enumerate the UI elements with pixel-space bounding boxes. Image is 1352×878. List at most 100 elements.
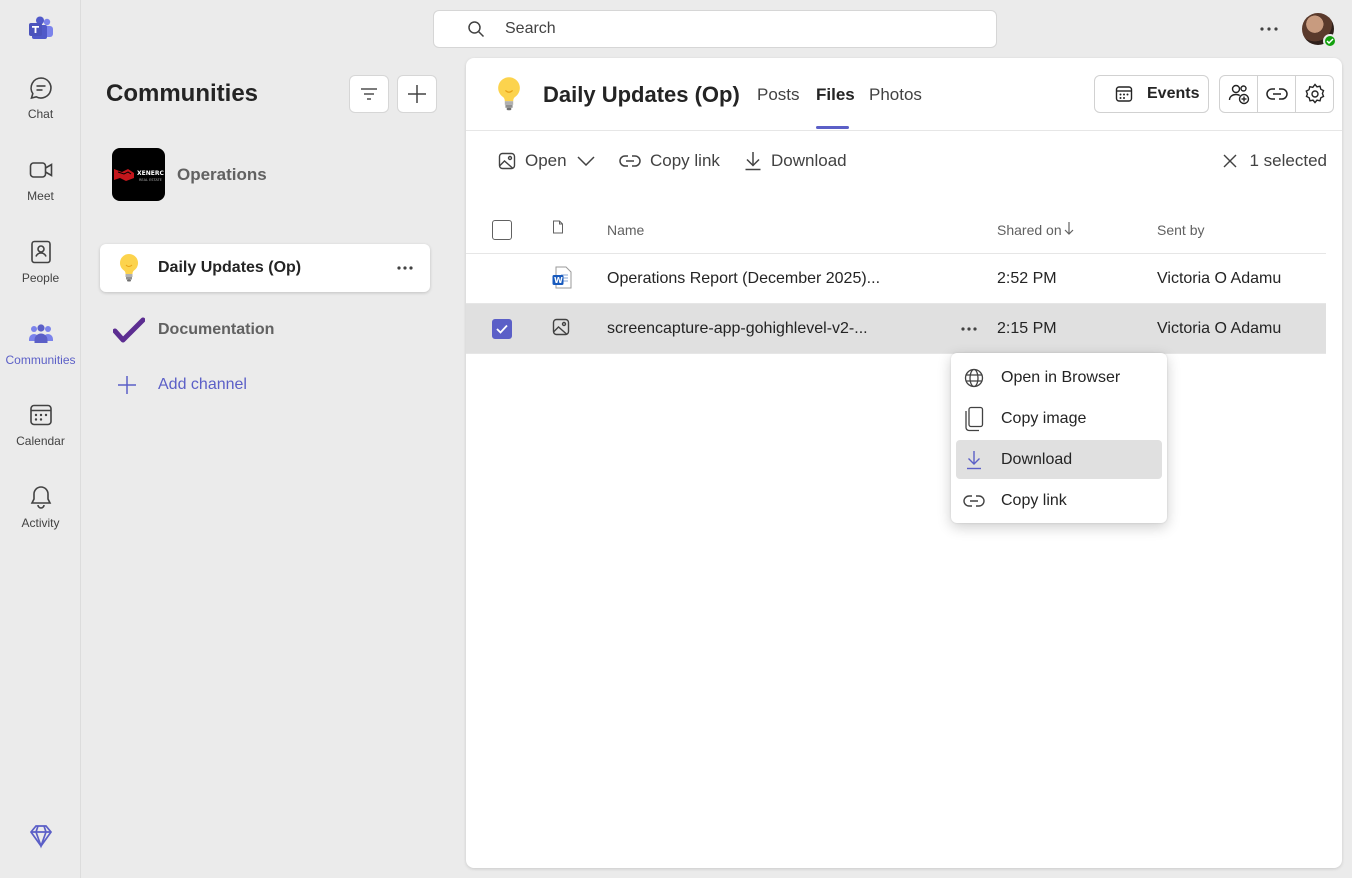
download-icon: [744, 151, 771, 171]
files-table-header: Name Shared on Sent by: [466, 206, 1326, 254]
selected-count: 1 selected: [1249, 151, 1328, 170]
teams-logo-icon[interactable]: [27, 15, 55, 43]
selection-info: 1 selected: [1223, 151, 1328, 171]
person-add-icon: [1228, 83, 1250, 105]
copy-link-button[interactable]: Copy link: [619, 151, 720, 171]
rail-label: Calendar: [16, 434, 65, 448]
premium-diamond-icon[interactable]: [27, 822, 55, 850]
chat-icon: [27, 74, 55, 102]
select-all-checkbox[interactable]: [492, 220, 512, 240]
rail-label: People: [21, 271, 60, 285]
chevron-down-icon: [577, 156, 604, 166]
active-tab-indicator: [816, 126, 849, 129]
channel-item-documentation[interactable]: Documentation: [100, 310, 430, 350]
file-type-icon: [552, 220, 564, 234]
search-bar[interactable]: Search: [433, 10, 997, 48]
rail-label: Chat: [27, 107, 54, 121]
menu-item-label: Download: [1001, 450, 1073, 468]
more-options-icon[interactable]: [394, 257, 416, 279]
more-options-icon[interactable]: [1256, 18, 1282, 40]
rail-item-meet[interactable]: Meet: [0, 154, 81, 224]
more-options-icon[interactable]: [957, 318, 981, 340]
rail-item-calendar[interactable]: Calendar: [0, 399, 81, 469]
tab-files[interactable]: Files: [816, 85, 855, 105]
rail-label: Activity: [21, 516, 60, 530]
close-icon[interactable]: [1223, 154, 1250, 168]
add-channel-button[interactable]: Add channel: [116, 374, 247, 396]
rail-label: Communities: [5, 353, 76, 367]
rail-label: Meet: [27, 189, 54, 203]
download-button[interactable]: Download: [744, 151, 847, 171]
file-name[interactable]: screencapture-app-gohighlevel-v2-...: [607, 320, 868, 338]
search-input[interactable]: Search: [505, 20, 556, 38]
plus-icon: [116, 374, 138, 396]
rail-item-chat[interactable]: Chat: [0, 72, 81, 142]
tab-posts[interactable]: Posts: [757, 85, 800, 105]
files-toolbar: Open Copy link Download 1 selected: [466, 131, 1342, 193]
svg-text:W: W: [554, 276, 563, 285]
bell-icon: [27, 483, 55, 511]
channel-item-daily-updates[interactable]: Daily Updates (Op): [100, 244, 430, 292]
file-shared-on: 2:15 PM: [997, 320, 1057, 337]
channel-label: Daily Updates (Op): [158, 259, 302, 276]
row-checkbox[interactable]: [492, 319, 512, 339]
column-shared-on[interactable]: Shared on: [997, 222, 1062, 238]
globe-icon: [963, 368, 985, 388]
open-label: Open: [525, 151, 567, 170]
channel-settings-button[interactable]: [1296, 76, 1333, 112]
download-icon: [963, 450, 985, 470]
menu-item-copy-link[interactable]: Copy link: [956, 481, 1162, 520]
file-name[interactable]: Operations Report (December 2025)...: [607, 270, 880, 288]
word-doc-icon: W: [552, 266, 572, 290]
link-icon: [619, 154, 650, 168]
column-name[interactable]: Name: [607, 222, 644, 238]
file-shared-on: 2:52 PM: [997, 270, 1057, 287]
checkmark-icon: [113, 317, 145, 343]
svg-text:XENERC: XENERC: [137, 170, 164, 177]
community-item[interactable]: XENERC REAL ESTATE Operations: [112, 148, 267, 201]
presence-available-icon: [1323, 34, 1337, 48]
lightbulb-icon: [494, 76, 524, 112]
menu-item-label: Open in Browser: [1001, 368, 1121, 386]
column-sent-by[interactable]: Sent by: [1157, 222, 1204, 238]
add-community-button[interactable]: [397, 75, 437, 113]
app-rail: Chat Meet People Communities Calendar Ac…: [0, 0, 81, 878]
channel-title: Daily Updates (Op): [543, 82, 740, 107]
menu-item-label: Copy link: [1001, 491, 1067, 509]
add-member-button[interactable]: [1220, 76, 1258, 112]
filter-button[interactable]: [349, 75, 389, 113]
download-label: Download: [771, 151, 847, 170]
community-name: Operations: [177, 164, 267, 184]
community-logo: XENERC REAL ESTATE: [112, 148, 165, 201]
rail-item-activity[interactable]: Activity: [0, 481, 81, 551]
channel-content-panel: Daily Updates (Op) Posts Files Photos Ev…: [466, 58, 1342, 868]
filter-icon: [360, 87, 378, 101]
table-row[interactable]: screencapture-app-gohighlevel-v2-... 2:1…: [466, 304, 1326, 354]
menu-item-download[interactable]: Download: [956, 440, 1162, 479]
channel-header: Daily Updates (Op) Posts Files Photos Ev…: [466, 58, 1342, 131]
search-icon: [467, 20, 485, 38]
file-sent-by: Victoria O Adamu: [1157, 270, 1282, 287]
people-book-icon: [27, 238, 55, 266]
video-icon: [27, 156, 55, 184]
plus-icon: [407, 84, 427, 104]
image-icon: [498, 152, 525, 170]
menu-item-open-in-browser[interactable]: Open in Browser: [956, 358, 1162, 397]
copy-icon: [963, 406, 985, 432]
menu-item-copy-image[interactable]: Copy image: [956, 399, 1162, 438]
open-button[interactable]: Open: [498, 151, 604, 171]
avatar[interactable]: [1302, 13, 1337, 48]
calendar-icon: [27, 401, 55, 429]
link-icon: [1265, 87, 1288, 101]
image-file-icon: [552, 318, 570, 336]
table-row[interactable]: W Operations Report (December 2025)... 2…: [466, 254, 1326, 304]
copy-channel-link-button[interactable]: [1258, 76, 1296, 112]
gear-icon: [1304, 83, 1326, 105]
link-icon: [963, 494, 985, 508]
copy-link-label: Copy link: [650, 151, 720, 170]
rail-item-communities[interactable]: Communities: [0, 318, 81, 388]
arrow-down-icon: [1064, 221, 1074, 235]
tab-photos[interactable]: Photos: [869, 85, 922, 105]
events-button[interactable]: Events: [1094, 75, 1209, 113]
rail-item-people[interactable]: People: [0, 236, 81, 306]
